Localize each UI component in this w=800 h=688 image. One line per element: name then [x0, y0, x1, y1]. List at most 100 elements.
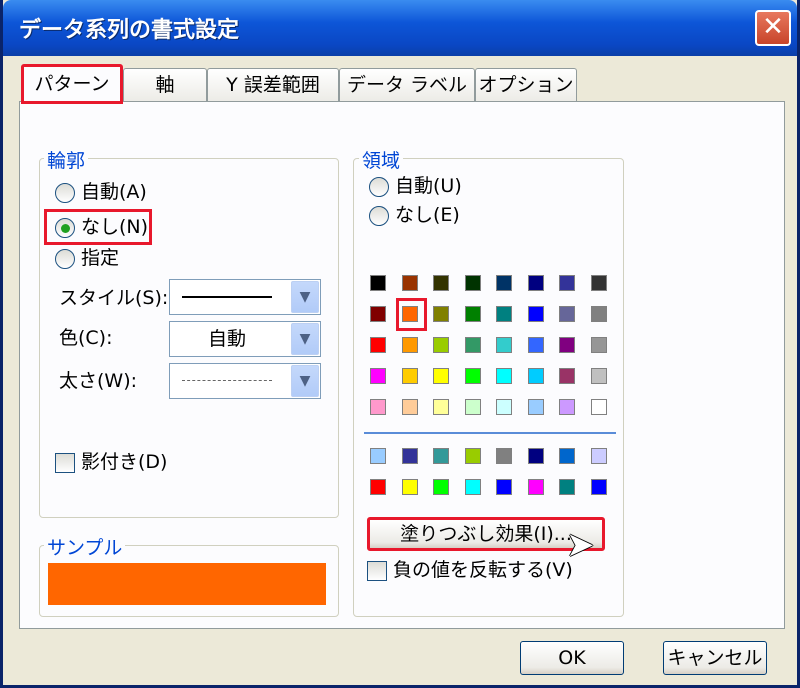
cancel-button[interactable]: キャンセル [663, 641, 767, 675]
color-swatch[interactable] [527, 306, 544, 322]
color-swatch[interactable] [496, 368, 512, 384]
chevron-down-icon[interactable]: ▼ [291, 281, 319, 313]
color-swatch[interactable] [559, 399, 575, 415]
tab-axis[interactable]: 軸 [123, 68, 207, 102]
mouse-pointer-icon: ➤ [566, 525, 595, 565]
shadow-checkbox[interactable]: 影付き(D) [55, 448, 167, 476]
border-none-radio[interactable]: なし(N) [55, 213, 148, 241]
color-swatch[interactable] [527, 368, 544, 384]
area-group-title: 領域 [359, 146, 404, 173]
sample-preview [48, 563, 326, 605]
area-none-radio[interactable]: なし(E) [369, 201, 460, 229]
border-custom-label: 指定 [81, 247, 120, 269]
color-swatch[interactable] [559, 337, 575, 353]
area-auto-radio[interactable]: 自動(U) [369, 172, 462, 200]
sample-group-title: サンプル [44, 533, 126, 560]
color-swatch[interactable] [433, 368, 449, 384]
color-swatch[interactable] [464, 306, 481, 322]
title-bar[interactable]: データ系列の書式設定 ✕ [3, 0, 797, 56]
palette-separator [364, 432, 616, 434]
line-weight-label: 太さ(W): [59, 370, 138, 392]
color-swatch[interactable] [496, 479, 512, 495]
color-swatch[interactable] [527, 448, 544, 464]
color-swatch[interactable] [401, 479, 418, 495]
radio-circle-icon [369, 176, 389, 197]
color-swatch[interactable] [370, 306, 386, 322]
line-color-value: 自動 [207, 328, 246, 350]
color-swatch[interactable] [590, 399, 607, 415]
color-swatch[interactable] [401, 399, 418, 415]
color-swatch[interactable] [401, 337, 418, 353]
color-swatch[interactable] [527, 275, 544, 291]
color-swatch[interactable] [370, 448, 386, 464]
color-swatch[interactable] [433, 306, 449, 322]
tab-data-labels[interactable]: データ ラベル [339, 68, 475, 102]
border-none-label: なし(N) [81, 216, 149, 238]
area-auto-label: 自動(U) [395, 175, 462, 197]
color-swatch[interactable] [590, 306, 607, 322]
color-swatch[interactable] [527, 479, 544, 495]
radio-circle-icon [55, 182, 75, 203]
color-swatch[interactable] [496, 448, 512, 464]
color-swatch[interactable] [590, 337, 607, 353]
border-auto-radio[interactable]: 自動(A) [55, 178, 147, 206]
tab-patterns[interactable]: パターン [21, 64, 123, 104]
color-swatch[interactable] [464, 275, 481, 291]
dialog-title: データ系列の書式設定 [19, 18, 240, 43]
color-swatch[interactable] [590, 479, 607, 495]
format-data-series-dialog: データ系列の書式設定 ✕ パターン 軸 Y 誤差範囲 データ ラベル オプション… [0, 0, 800, 688]
color-swatch[interactable] [370, 337, 386, 353]
color-swatch[interactable] [559, 479, 575, 495]
color-swatch[interactable] [370, 479, 386, 495]
area-none-label: なし(E) [395, 204, 460, 226]
color-swatch[interactable] [464, 337, 481, 353]
chevron-down-icon[interactable]: ▼ [291, 365, 319, 397]
color-swatch[interactable] [464, 448, 481, 464]
color-swatch[interactable] [370, 399, 386, 415]
color-swatch[interactable] [496, 275, 512, 291]
color-swatch[interactable] [496, 306, 512, 322]
color-swatch[interactable] [559, 306, 575, 322]
chevron-down-icon[interactable]: ▼ [291, 323, 319, 355]
color-swatch[interactable] [401, 448, 418, 464]
line-weight-preview [182, 380, 272, 381]
color-swatch[interactable] [433, 399, 449, 415]
color-swatch[interactable] [433, 479, 449, 495]
radio-circle-icon [55, 248, 75, 269]
color-swatch[interactable] [464, 479, 481, 495]
tab-options[interactable]: オプション [475, 68, 577, 102]
color-swatch[interactable] [464, 368, 481, 384]
color-swatch[interactable] [527, 337, 544, 353]
color-swatch[interactable] [590, 275, 607, 291]
line-color-combo[interactable]: 自動 ▼ [169, 321, 321, 357]
color-swatch[interactable] [496, 337, 512, 353]
line-weight-combo[interactable]: ▼ [169, 363, 321, 399]
ok-button[interactable]: OK [520, 641, 624, 675]
color-swatch[interactable] [527, 399, 544, 415]
color-swatch[interactable] [559, 368, 575, 384]
color-swatch[interactable] [559, 448, 575, 464]
radio-selected-icon [55, 217, 75, 238]
color-swatch[interactable] [370, 368, 386, 384]
color-swatch[interactable] [401, 275, 418, 291]
color-swatch[interactable] [401, 368, 418, 384]
invert-negative-checkbox[interactable]: 負の値を反転する(V) [367, 556, 573, 584]
color-swatch[interactable] [464, 399, 481, 415]
color-swatch[interactable] [590, 448, 607, 464]
color-swatch[interactable] [433, 448, 449, 464]
border-group-title: 輪郭 [44, 146, 89, 173]
border-auto-label: 自動(A) [81, 181, 147, 203]
color-swatch[interactable] [496, 399, 512, 415]
tab-y-error-bars[interactable]: Y 誤差範囲 [207, 68, 339, 102]
color-swatch[interactable] [590, 368, 607, 384]
line-style-combo[interactable]: ▼ [169, 279, 321, 315]
highlight-box [396, 298, 427, 331]
border-custom-radio[interactable]: 指定 [55, 244, 119, 272]
shadow-label: 影付き(D) [81, 451, 168, 473]
color-swatch[interactable] [433, 337, 449, 353]
close-button[interactable]: ✕ [755, 10, 791, 46]
color-swatch[interactable] [370, 275, 386, 291]
color-swatch[interactable] [559, 275, 575, 291]
line-style-label: スタイル(S): [59, 287, 169, 309]
color-swatch[interactable] [433, 275, 449, 291]
